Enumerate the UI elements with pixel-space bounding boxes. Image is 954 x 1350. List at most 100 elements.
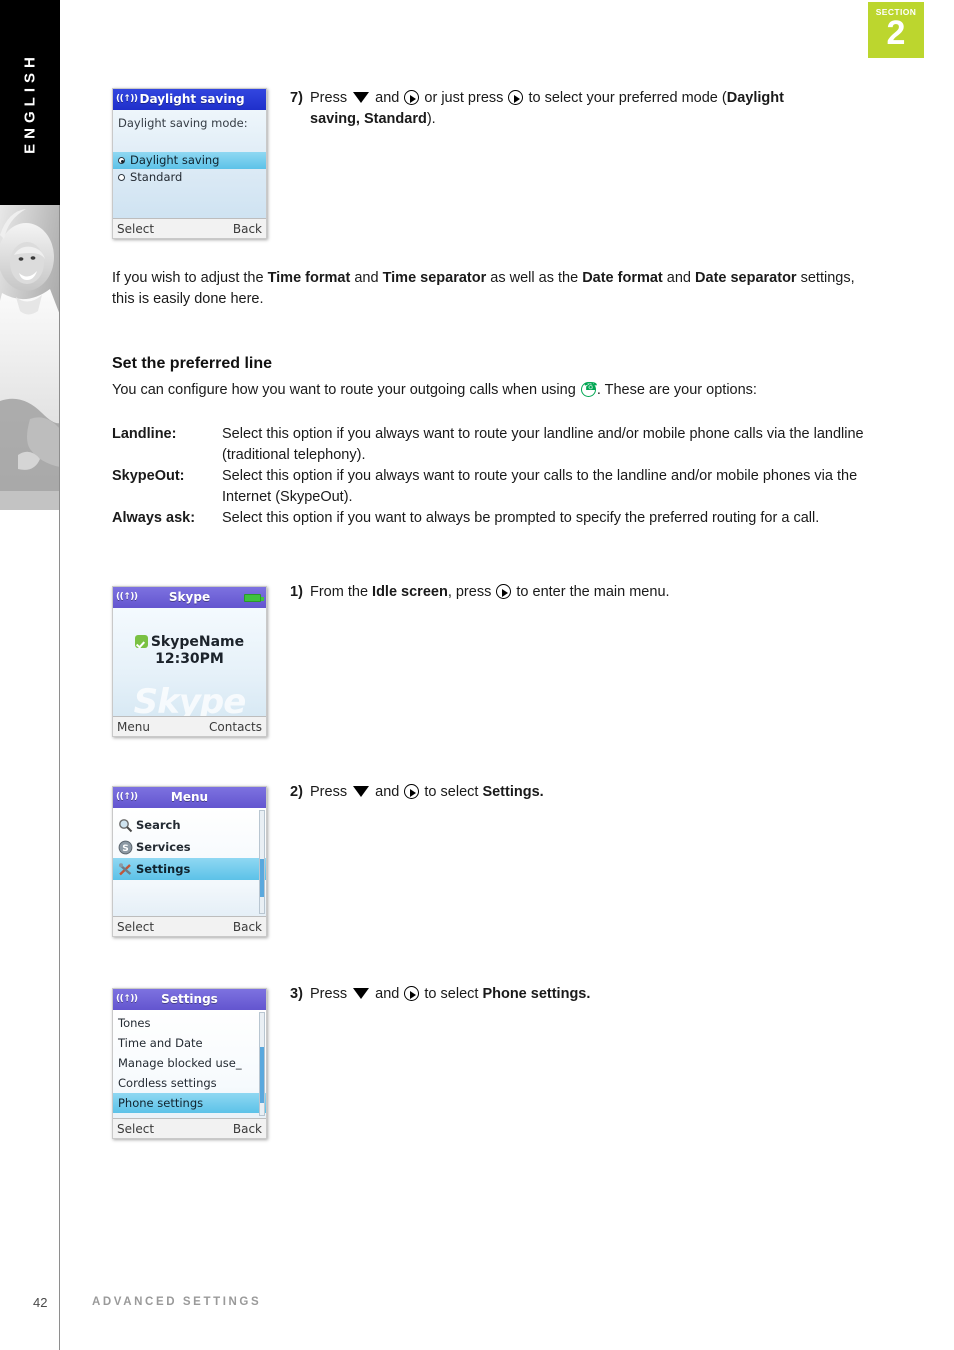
phone-screen-body: SkypeName 12:30PM Skype: [113, 608, 266, 722]
signal-icon: ((↑)): [116, 792, 138, 802]
step-bold: Daylight: [726, 90, 784, 106]
step-text: , press: [447, 584, 492, 600]
phone-list-item-manage-blocked-users[interactable]: Manage blocked use_: [113, 1053, 266, 1073]
step-2: 2) Press and to select Settings.: [290, 782, 890, 803]
down-arrow-icon: [353, 786, 370, 797]
signal-icon: ((↑)): [116, 994, 138, 1004]
right-key-icon: [404, 90, 420, 105]
softkey-left[interactable]: Select: [117, 920, 154, 934]
step-number: 1): [290, 584, 303, 600]
phone-screen-body: Daylight saving mode: Daylight saving St…: [113, 110, 266, 218]
step-bold: Settings.: [482, 784, 544, 800]
phone-list-item-tones[interactable]: Tones: [113, 1013, 266, 1033]
phone-list-item-label: Manage blocked use_: [118, 1056, 242, 1070]
step-text: to select: [424, 986, 479, 1002]
page-number: 42: [33, 1295, 48, 1310]
phone-list-item-settings[interactable]: Settings: [113, 858, 266, 880]
step-text: Press: [310, 90, 348, 106]
phone-titlebar: ((↑)) Settings: [113, 989, 266, 1010]
step-number: 7): [290, 90, 303, 106]
softkey-right[interactable]: Contacts: [209, 717, 262, 736]
step-text: and: [375, 986, 400, 1002]
option-description: Select this option if you want to always…: [222, 510, 820, 526]
page-heading: Set the preferred line: [112, 355, 273, 372]
step-bold: saving, Standard: [310, 111, 427, 127]
phone-softkey-bar: Menu Contacts: [113, 716, 266, 736]
softkey-right[interactable]: Back: [233, 219, 262, 238]
right-key-icon: [404, 986, 420, 1001]
note-text: If you wish to adjust the: [112, 270, 264, 286]
phone-list-item-search[interactable]: Search: [113, 814, 266, 836]
left-sidebar: ENGLISH: [0, 0, 60, 1350]
radio-on-icon: [118, 157, 125, 164]
phone-scrollbar[interactable]: [259, 810, 265, 914]
softkey-right[interactable]: Back: [233, 1119, 262, 1138]
note-text: and: [354, 270, 379, 286]
step-text: or just press: [424, 90, 504, 106]
option-row: Landline: Select this option if you alwa…: [112, 424, 872, 466]
phone-title-text: Daylight saving: [139, 92, 245, 106]
step-text: to select your preferred mode (: [528, 90, 727, 106]
right-key-icon: [404, 784, 420, 799]
option-term: Always ask:: [112, 510, 196, 526]
phone-titlebar: ((↑)) Menu: [113, 787, 266, 808]
step-text: Press: [310, 986, 348, 1002]
magnifier-icon: [118, 815, 136, 837]
sidebar-divider: [59, 205, 60, 1350]
phone-screenshot-menu: ((↑)) Menu Search S Services Settings Se…: [112, 786, 267, 937]
phone-list-item-daylight-saving[interactable]: Daylight saving: [113, 152, 266, 169]
phone-list-item-label: Tones: [118, 1016, 151, 1030]
phone-list-item-standard[interactable]: Standard: [113, 169, 266, 186]
section-badge-number: 2: [886, 14, 906, 52]
phone-list-item-services[interactable]: S Services: [113, 836, 266, 858]
down-arrow-icon: [353, 988, 370, 999]
option-description: Select this option if you always want to…: [222, 426, 864, 463]
skype-s-icon: S: [118, 837, 136, 859]
step-3: 3) Press and to select Phone settings.: [290, 984, 890, 1005]
language-tab: ENGLISH: [0, 0, 60, 205]
note-bold: Time separator: [382, 270, 487, 286]
woman-photo-illustration: [0, 205, 60, 510]
option-term: Landline:: [112, 426, 177, 442]
phone-scrollbar[interactable]: [259, 1012, 265, 1116]
online-status-icon: [134, 635, 148, 648]
note-bold: Time format: [267, 270, 351, 286]
phone-screenshot-idle: ((↑)) Skype SkypeName 12:30PM Skype Menu…: [112, 586, 267, 737]
idle-info: SkypeName 12:30PM: [113, 634, 266, 668]
sidebar-photo: [0, 205, 60, 510]
phone-list-item-cordless-settings[interactable]: Cordless settings: [113, 1073, 266, 1093]
idle-time: 12:30PM: [155, 651, 224, 667]
step-text: Press: [310, 784, 348, 800]
step-number: 2): [290, 784, 303, 800]
intro-text: You can configure how you want to route …: [112, 382, 576, 398]
softkey-left[interactable]: Select: [117, 1122, 154, 1136]
softkey-right[interactable]: Back: [233, 917, 262, 936]
step-7: 7) Press and or just press to select your…: [290, 88, 890, 130]
phone-softkey-bar: Select Back: [113, 916, 266, 936]
option-row: Always ask: Select this option if you wa…: [112, 508, 872, 529]
step-1: 1) From the Idle screen, press to enter t…: [290, 582, 890, 603]
softkey-left[interactable]: Select: [117, 222, 154, 236]
intro-text: . These are your options:: [596, 382, 757, 398]
phone-titlebar: ((↑)) Daylight saving: [113, 89, 266, 110]
step-text: and: [375, 90, 400, 106]
phone-list-item-label: Standard: [130, 170, 183, 184]
phone-titlebar: ((↑)) Skype: [113, 587, 266, 608]
time-format-note: If you wish to adjust the Time format an…: [112, 268, 872, 310]
idle-username-row: SkypeName: [113, 634, 266, 651]
green-phone-icon: [580, 380, 598, 397]
signal-icon: ((↑)): [116, 592, 138, 602]
phone-list-item-phone-settings[interactable]: Phone settings: [113, 1093, 266, 1113]
phone-list-item-time-and-date[interactable]: Time and Date: [113, 1033, 266, 1053]
preferred-line-options: Landline: Select this option if you alwa…: [112, 424, 872, 529]
step-text: From the: [310, 584, 369, 600]
step-text: to select: [424, 784, 479, 800]
phone-screen-body: Tones Time and Date Manage blocked use_ …: [113, 1010, 266, 1118]
phone-list-item-label: Daylight saving: [130, 153, 220, 167]
softkey-left[interactable]: Menu: [117, 720, 150, 734]
footer-chapter-label: ADVANCED SETTINGS: [92, 1296, 262, 1308]
section-badge: SECTION 2: [868, 2, 924, 58]
step-text: and: [375, 784, 400, 800]
note-text: as well as the: [490, 270, 579, 286]
option-row: SkypeOut: Select this option if you alwa…: [112, 466, 872, 508]
